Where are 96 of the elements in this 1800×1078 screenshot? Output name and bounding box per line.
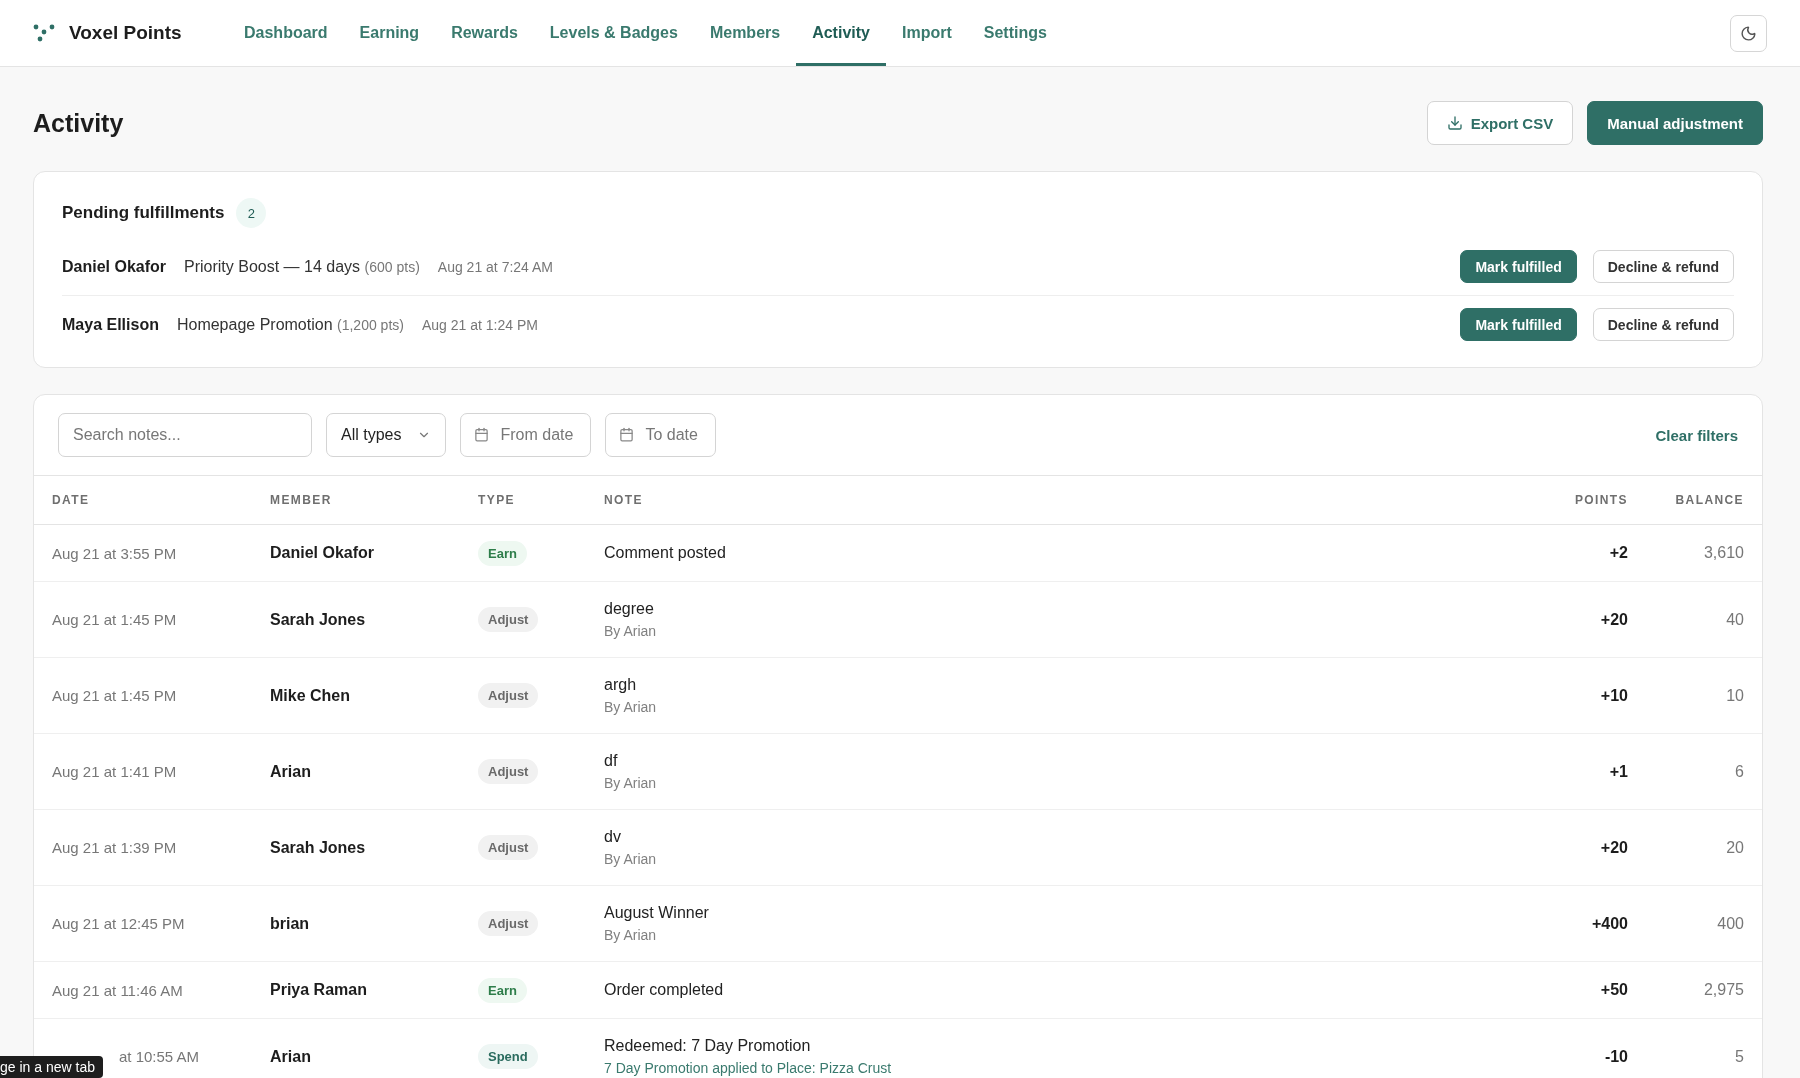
balance-cell-text: 20 xyxy=(1725,838,1744,857)
nav-tab[interactable]: Rewards xyxy=(435,0,534,66)
member-cell-text: Mike Chen xyxy=(270,686,351,705)
note-author: By Arian xyxy=(604,623,658,639)
note-text: argh xyxy=(604,676,638,694)
theme-toggle-button[interactable] xyxy=(1730,14,1767,52)
nav-tab[interactable]: Settings xyxy=(967,0,1063,66)
calendar-icon xyxy=(474,427,490,442)
note-link[interactable]: 7 Day Promotion applied to Place: Pizza Crust xyxy=(604,1060,1488,1076)
balance-cell-text: 5 xyxy=(1734,1047,1744,1066)
points-cell-text: +20 xyxy=(1599,610,1628,629)
balance-cell-text: 40 xyxy=(1725,610,1744,629)
member-cell-text: Arian xyxy=(270,762,312,781)
type-badge: Adjust xyxy=(478,607,539,632)
points-cell-text: +400 xyxy=(1590,914,1628,933)
date-cell-text: Aug 21 at 1:45 PM xyxy=(52,687,178,704)
points-cell-text: -10 xyxy=(1603,1047,1628,1066)
balance-cell-text: 6 xyxy=(1734,762,1744,781)
decline-button[interactable]: Decline & refund xyxy=(1592,250,1734,283)
member-cell-text: Priya Raman xyxy=(270,981,368,999)
type-badge: Spend xyxy=(478,1044,538,1069)
note-author: By Arian xyxy=(604,775,658,791)
note-author: By Arian xyxy=(604,927,658,943)
column-header: DATE xyxy=(52,493,91,507)
nav-tab[interactable]: Members xyxy=(693,0,797,66)
type-select[interactable]: All types xyxy=(326,413,447,457)
mark-fulfilled-button[interactable]: Mark fulfilled xyxy=(1460,308,1577,341)
points-cell-text: +20 xyxy=(1599,838,1628,857)
member-name: Maya Ellison xyxy=(62,315,159,334)
column-header: MEMBER xyxy=(270,493,333,507)
export-button[interactable]: Export CSV xyxy=(1426,101,1574,145)
points-cell-text: +50 xyxy=(1599,981,1628,999)
date-cell-text: Aug 21 at 11:46 AM xyxy=(52,981,184,999)
note-author: By Arian xyxy=(604,851,658,867)
balance-cell-text: 10 xyxy=(1725,686,1744,705)
download-icon xyxy=(1446,115,1463,131)
date-cell-text: Aug 21 at 3:55 PM xyxy=(52,544,178,562)
type-badge: Adjust xyxy=(478,911,539,936)
points-cell-text: +1 xyxy=(1608,762,1628,781)
manual-adjustment-button[interactable]: Manual adjustment xyxy=(1587,101,1763,145)
column-header: BALANCE xyxy=(1674,493,1744,507)
balance-cell-text: 400 xyxy=(1716,914,1744,933)
note-text: dv xyxy=(604,828,622,846)
nav-tab[interactable]: Import xyxy=(885,0,968,66)
reward-text: Homepage Promotion (1,200 pts) xyxy=(176,315,404,334)
points-cell-text: +2 xyxy=(1608,544,1628,562)
mark-fulfilled-button[interactable]: Mark fulfilled xyxy=(1460,250,1577,283)
member-cell-text: Daniel Okafor xyxy=(270,544,376,562)
balance-cell-text: 3,610 xyxy=(1702,544,1744,562)
note-text: Order completed xyxy=(604,981,725,999)
nav-tab[interactable]: Earning xyxy=(343,0,436,66)
note-text: degree xyxy=(604,600,655,618)
clear-filters-link[interactable]: Clear filters xyxy=(1655,426,1738,444)
column-header: POINTS xyxy=(1573,493,1628,507)
column-header: TYPE xyxy=(478,493,516,507)
to-date-field[interactable]: To date xyxy=(605,413,717,457)
member-cell-text: brian xyxy=(270,914,311,933)
note-text: Redeemed: 7 Day Promotion xyxy=(604,1037,812,1055)
member-name: Daniel Okafor xyxy=(62,257,167,276)
balance-cell-text: 2,975 xyxy=(1702,981,1744,999)
date-cell-text: at 10:55 AM xyxy=(118,1048,201,1065)
date-cell-text: Aug 21 at 1:45 PM xyxy=(52,611,178,628)
type-badge: Adjust xyxy=(478,683,539,708)
note-text: August Winner xyxy=(604,904,710,922)
nav-tab[interactable]: Activity xyxy=(796,0,886,66)
date-cell-text: Aug 21 at 12:45 PM xyxy=(52,915,186,932)
decline-button[interactable]: Decline & refund xyxy=(1592,308,1734,341)
calendar-icon xyxy=(619,427,635,442)
request-time: Aug 21 at 7:24 AM xyxy=(437,258,554,275)
type-badge: Earn xyxy=(478,977,527,1003)
count-badge: 2 xyxy=(236,198,267,228)
column-header: NOTE xyxy=(604,493,644,507)
member-cell-text: Arian xyxy=(270,1047,312,1066)
reward-text: Priority Boost — 14 days (600 pts) xyxy=(184,257,420,276)
moon-icon xyxy=(1740,24,1757,42)
nav-tab[interactable]: Levels & Badges xyxy=(533,0,694,66)
type-badge: Earn xyxy=(478,540,527,566)
points-cell-text: +10 xyxy=(1599,686,1628,705)
note-text: Comment posted xyxy=(604,544,727,562)
date-cell-text: Aug 21 at 1:41 PM xyxy=(52,763,178,780)
note-text: df xyxy=(604,752,619,770)
tooltip: ge in a new tab xyxy=(0,1056,103,1078)
request-time: Aug 21 at 1:24 PM xyxy=(421,316,539,333)
note-author: By Arian xyxy=(604,699,658,715)
type-badge: Adjust xyxy=(478,759,539,784)
logo-icon xyxy=(33,23,55,43)
member-cell-text: Sarah Jones xyxy=(270,610,367,629)
member-cell-text: Sarah Jones xyxy=(270,838,367,857)
type-badge: Adjust xyxy=(478,835,539,860)
section-title: Pending fulfillments xyxy=(62,203,225,223)
from-date-field[interactable]: From date xyxy=(460,413,592,457)
nav-tab[interactable]: Dashboard xyxy=(228,0,344,66)
app-name: Voxel Points xyxy=(69,22,182,44)
date-cell-text: Aug 21 at 1:39 PM xyxy=(52,839,178,856)
page-title: Activity xyxy=(33,108,124,138)
search-field[interactable]: Search notes... xyxy=(58,413,312,457)
